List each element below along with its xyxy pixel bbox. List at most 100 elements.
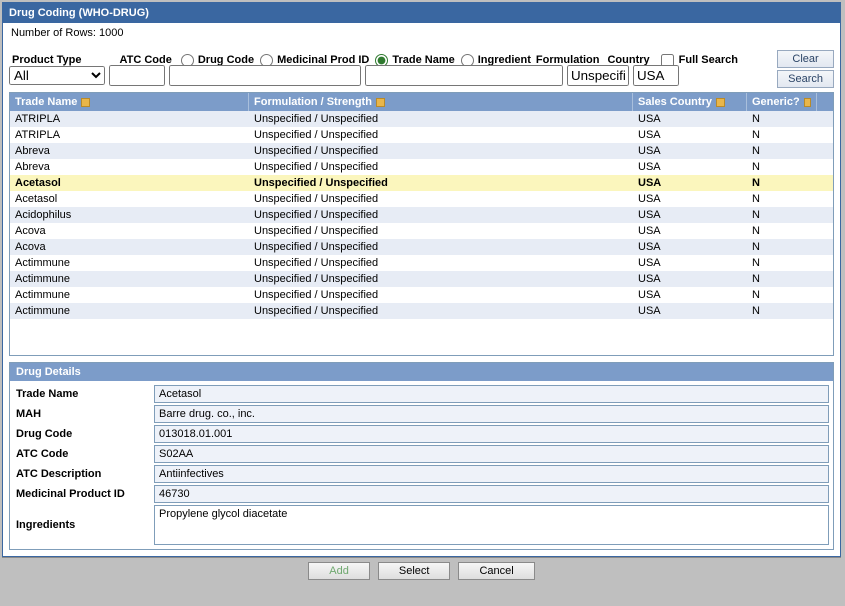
detail-value-ingredients[interactable]: Propylene glycol diacetate xyxy=(154,505,829,545)
detail-label-trade: Trade Name xyxy=(14,388,154,400)
cell-country: USA xyxy=(633,239,747,255)
add-button[interactable]: Add xyxy=(308,562,370,580)
detail-label-atcdesc: ATC Description xyxy=(14,468,154,480)
sort-icon[interactable] xyxy=(716,98,725,107)
clear-button[interactable]: Clear xyxy=(777,50,834,68)
table-row[interactable]: AcetasolUnspecified / UnspecifiedUSAN xyxy=(10,191,833,207)
col-formulation[interactable]: Formulation / Strength xyxy=(249,93,633,111)
cell-generic: N xyxy=(747,159,817,175)
sort-icon[interactable] xyxy=(804,98,811,107)
cell-generic: N xyxy=(747,239,817,255)
cell-generic: N xyxy=(747,191,817,207)
full-search-label: Full Search xyxy=(679,54,738,66)
cell-generic: N xyxy=(747,223,817,239)
table-row[interactable]: AcovaUnspecified / UnspecifiedUSAN xyxy=(10,239,833,255)
table-row[interactable]: AcetasolUnspecified / UnspecifiedUSAN xyxy=(10,175,833,191)
formulation-input[interactable] xyxy=(567,65,629,86)
cell-generic: N xyxy=(747,287,817,303)
filter-inputs-row: All xyxy=(9,65,834,86)
cell-country: USA xyxy=(633,255,747,271)
cell-trade: Actimmune xyxy=(10,271,249,287)
product-type-select[interactable]: All xyxy=(9,66,105,85)
detail-value-atcdesc: Antiinfectives xyxy=(154,465,829,483)
table-row[interactable]: AcovaUnspecified / UnspecifiedUSAN xyxy=(10,223,833,239)
cell-trade: Acova xyxy=(10,223,249,239)
col-generic[interactable]: Generic? xyxy=(747,93,817,111)
cell-formulation: Unspecified / Unspecified xyxy=(249,239,633,255)
sort-icon[interactable] xyxy=(376,98,385,107)
cell-formulation: Unspecified / Unspecified xyxy=(249,159,633,175)
detail-value-drugcode: 013018.01.001 xyxy=(154,425,829,443)
detail-label-mah: MAH xyxy=(14,408,154,420)
table-row[interactable]: ActimmuneUnspecified / UnspecifiedUSAN xyxy=(10,303,833,319)
cell-formulation: Unspecified / Unspecified xyxy=(249,223,633,239)
cell-trade: Acidophilus xyxy=(10,207,249,223)
cell-country: USA xyxy=(633,303,747,319)
details-body: Trade Name Acetasol MAH Barre drug. co.,… xyxy=(9,381,834,550)
cell-generic: N xyxy=(747,207,817,223)
detail-label-ingredients: Ingredients xyxy=(14,519,154,531)
sort-icon[interactable] xyxy=(81,98,90,107)
table-row[interactable]: ActimmuneUnspecified / UnspecifiedUSAN xyxy=(10,271,833,287)
table-row[interactable]: ActimmuneUnspecified / UnspecifiedUSAN xyxy=(10,287,833,303)
cell-generic: N xyxy=(747,271,817,287)
results-grid: Trade Name Formulation / Strength Sales … xyxy=(9,92,834,356)
window-title: Drug Coding (WHO-DRUG) xyxy=(3,3,840,23)
search-input-2[interactable] xyxy=(365,65,563,86)
table-row[interactable]: AcidophilusUnspecified / UnspecifiedUSAN xyxy=(10,207,833,223)
search-button[interactable]: Search xyxy=(777,70,834,88)
grid-body[interactable]: ATRIPLAUnspecified / UnspecifiedUSANATRI… xyxy=(10,111,833,355)
detail-label-drugcode: Drug Code xyxy=(14,428,154,440)
cell-trade: Acetasol xyxy=(10,175,249,191)
cell-trade: Actimmune xyxy=(10,287,249,303)
cell-formulation: Unspecified / Unspecified xyxy=(249,143,633,159)
cell-formulation: Unspecified / Unspecified xyxy=(249,255,633,271)
col-trade-name[interactable]: Trade Name xyxy=(10,93,249,111)
window-content: Number of Rows: 1000 Product Type ATC Co… xyxy=(3,23,840,556)
cell-trade: Actimmune xyxy=(10,303,249,319)
cell-formulation: Unspecified / Unspecified xyxy=(249,175,633,191)
cell-formulation: Unspecified / Unspecified xyxy=(249,127,633,143)
cell-generic: N xyxy=(747,111,817,127)
cell-generic: N xyxy=(747,127,817,143)
cell-country: USA xyxy=(633,207,747,223)
cell-country: USA xyxy=(633,223,747,239)
cell-generic: N xyxy=(747,143,817,159)
cell-country: USA xyxy=(633,159,747,175)
cell-country: USA xyxy=(633,127,747,143)
country-input[interactable] xyxy=(633,65,679,86)
table-row[interactable]: AbrevaUnspecified / UnspecifiedUSAN xyxy=(10,159,833,175)
cell-country: USA xyxy=(633,191,747,207)
cell-trade: Acetasol xyxy=(10,191,249,207)
col-sales-country[interactable]: Sales Country xyxy=(633,93,747,111)
drug-coding-window: Drug Coding (WHO-DRUG) Number of Rows: 1… xyxy=(2,2,841,557)
table-row[interactable]: ATRIPLAUnspecified / UnspecifiedUSAN xyxy=(10,127,833,143)
cell-generic: N xyxy=(747,175,817,191)
detail-value-medprod: 46730 xyxy=(154,485,829,503)
cell-generic: N xyxy=(747,303,817,319)
search-input-1[interactable] xyxy=(169,65,361,86)
cell-country: USA xyxy=(633,287,747,303)
atc-code-input[interactable] xyxy=(109,65,165,86)
table-row[interactable]: ActimmuneUnspecified / UnspecifiedUSAN xyxy=(10,255,833,271)
cell-country: USA xyxy=(633,271,747,287)
footer-bar: Add Select Cancel xyxy=(2,557,841,584)
cell-trade: ATRIPLA xyxy=(10,111,249,127)
details-header: Drug Details xyxy=(9,362,834,381)
cell-formulation: Unspecified / Unspecified xyxy=(249,287,633,303)
select-button[interactable]: Select xyxy=(378,562,451,580)
cell-country: USA xyxy=(633,143,747,159)
cell-trade: Acova xyxy=(10,239,249,255)
table-row[interactable]: ATRIPLAUnspecified / UnspecifiedUSAN xyxy=(10,111,833,127)
cancel-button[interactable]: Cancel xyxy=(458,562,534,580)
detail-value-mah: Barre drug. co., inc. xyxy=(154,405,829,423)
cell-formulation: Unspecified / Unspecified xyxy=(249,207,633,223)
grid-header: Trade Name Formulation / Strength Sales … xyxy=(10,93,833,111)
cell-trade: Abreva xyxy=(10,143,249,159)
detail-label-atccode: ATC Code xyxy=(14,448,154,460)
table-row[interactable]: AbrevaUnspecified / UnspecifiedUSAN xyxy=(10,143,833,159)
cell-formulation: Unspecified / Unspecified xyxy=(249,271,633,287)
cell-formulation: Unspecified / Unspecified xyxy=(249,111,633,127)
cell-trade: ATRIPLA xyxy=(10,127,249,143)
cell-formulation: Unspecified / Unspecified xyxy=(249,191,633,207)
